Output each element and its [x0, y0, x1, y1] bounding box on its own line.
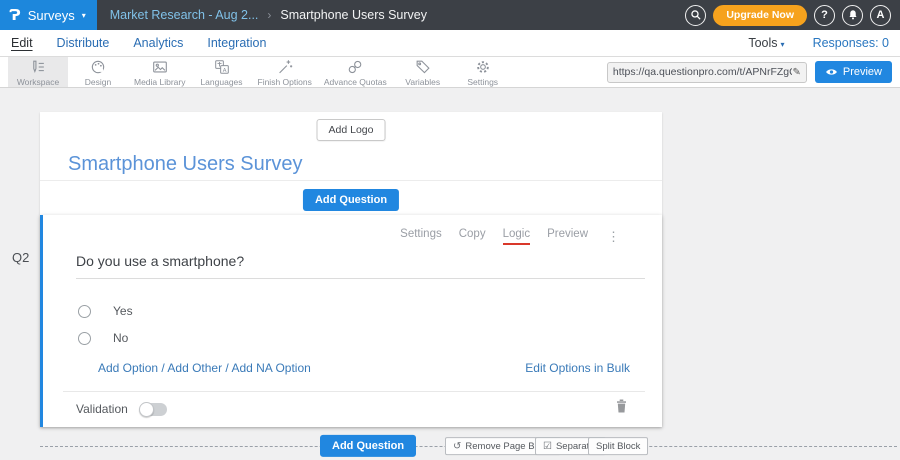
survey-url-input[interactable] — [613, 66, 793, 78]
page-break-line: Add Question ↺ Remove Page Break ☑ Separ… — [40, 446, 897, 447]
bell-icon — [847, 9, 859, 21]
option-label[interactable]: Yes — [113, 304, 133, 318]
remove-page-break-icon: ↺ — [453, 441, 461, 452]
question-block: Settings Copy Logic Preview ⋮ Do you use… — [40, 215, 662, 427]
breadcrumb-current: Smartphone Users Survey — [280, 8, 427, 22]
magic-wand-icon — [276, 58, 294, 76]
toolbar-label: Advance Quotas — [324, 77, 387, 87]
topbar-actions: Upgrade Now ? A — [685, 5, 900, 26]
top-bar: Ɂ Surveys ▾ Market Research - Aug 2... ›… — [0, 0, 900, 30]
toolbar-item-advance-quotas[interactable]: Advance Quotas — [318, 57, 393, 87]
avatar[interactable]: A — [870, 5, 891, 26]
trash-icon — [615, 399, 628, 413]
tab-copy[interactable]: Copy — [459, 228, 486, 245]
workspace-toolbar: Workspace Design Media Library — [0, 57, 900, 88]
validation-row: Validation — [76, 402, 167, 416]
separator-checkbox-icon: ☑ — [543, 441, 552, 452]
preview-button[interactable]: Preview — [815, 61, 892, 83]
tab-preview[interactable]: Preview — [547, 228, 588, 245]
svg-text:A: A — [222, 67, 226, 73]
divider — [63, 391, 645, 392]
split-block-button[interactable]: Split Block — [588, 437, 648, 455]
survey-card: Add Logo Smartphone Users Survey Add Que… — [40, 112, 662, 427]
tab-logic[interactable]: Logic — [503, 228, 531, 245]
toolbar-label: Design — [85, 77, 111, 87]
edit-options-in-bulk-link[interactable]: Edit Options in Bulk — [525, 361, 630, 375]
preview-label: Preview — [843, 66, 882, 78]
questionpro-survey-editor: Ɂ Surveys ▾ Market Research - Aug 2... ›… — [0, 0, 900, 460]
toggle-knob — [139, 402, 154, 417]
radio-button-yes[interactable] — [78, 305, 91, 318]
nav-item-distribute[interactable]: Distribute — [57, 36, 110, 50]
answer-option-row: Yes — [78, 304, 133, 318]
toolbar-label: Workspace — [17, 77, 59, 87]
toolbar-item-workspace[interactable]: Workspace — [8, 57, 68, 87]
add-other-link[interactable]: Add Other — [167, 361, 222, 375]
add-na-option-link[interactable]: Add NA Option — [231, 361, 310, 375]
more-options-icon[interactable]: ⋮ — [605, 230, 622, 243]
radio-button-no[interactable] — [78, 332, 91, 345]
gear-icon — [474, 58, 492, 76]
validation-label: Validation — [76, 402, 128, 416]
toolbar-item-languages[interactable]: A Languages — [192, 57, 252, 87]
option-label[interactable]: No — [113, 331, 128, 345]
nav-item-edit[interactable]: Edit — [11, 36, 33, 50]
search-button[interactable] — [685, 5, 706, 26]
nav-item-analytics[interactable]: Analytics — [133, 36, 183, 50]
nav-item-integration[interactable]: Integration — [207, 36, 266, 50]
toolbar-item-design[interactable]: Design — [68, 57, 128, 87]
chain-link-icon — [346, 58, 364, 76]
tag-icon — [414, 58, 432, 76]
help-button[interactable]: ? — [814, 5, 835, 26]
question-tabs: Settings Copy Logic Preview ⋮ — [400, 228, 622, 245]
chevron-down-icon: ▾ — [82, 11, 86, 20]
survey-url-box: ✎ — [607, 62, 807, 83]
nav-right: Tools▾ Responses: 0 — [748, 36, 889, 50]
surveys-product-menu[interactable]: Ɂ Surveys ▾ — [0, 0, 97, 30]
toolbar-label: Settings — [467, 77, 498, 87]
delete-question-button[interactable] — [615, 399, 628, 418]
translate-icon: A — [213, 58, 231, 76]
validation-toggle[interactable] — [140, 403, 167, 416]
answer-option-row: No — [78, 331, 128, 345]
toolbar-item-variables[interactable]: Variables — [393, 57, 453, 87]
split-block-label: Split Block — [596, 441, 640, 452]
design-palette-icon — [89, 58, 107, 76]
breadcrumb-chevron-icon: › — [267, 8, 271, 22]
notifications-button[interactable] — [842, 5, 863, 26]
questionpro-logo-icon: Ɂ — [9, 8, 21, 23]
toolbar-item-settings[interactable]: Settings — [453, 57, 513, 87]
question-number: Q2 — [12, 250, 29, 265]
tools-menu[interactable]: Tools▾ — [748, 36, 784, 50]
image-icon — [151, 58, 169, 76]
toolbar-label: Finish Options — [258, 77, 312, 87]
divider — [40, 180, 662, 181]
eye-icon — [825, 67, 838, 77]
toolbar-label: Variables — [405, 77, 440, 87]
product-name: Surveys — [28, 8, 75, 23]
edit-url-icon[interactable]: ✎ — [792, 67, 800, 78]
responses-count[interactable]: Responses: 0 — [813, 36, 889, 50]
add-option-link[interactable]: Add Option — [98, 361, 158, 375]
search-icon — [690, 9, 702, 21]
add-question-button-top[interactable]: Add Question — [303, 189, 399, 211]
toolbar-right: ✎ Preview — [607, 57, 900, 87]
breadcrumb: Market Research - Aug 2... › Smartphone … — [110, 8, 427, 22]
link-separator: / — [158, 361, 167, 375]
tab-settings[interactable]: Settings — [400, 228, 442, 245]
workspace-icon — [29, 58, 47, 76]
toolbar-label: Media Library — [134, 77, 186, 87]
add-question-button-bottom[interactable]: Add Question — [320, 435, 416, 457]
question-text[interactable]: Do you use a smartphone? — [76, 253, 645, 279]
survey-title[interactable]: Smartphone Users Survey — [68, 153, 303, 176]
upgrade-now-button[interactable]: Upgrade Now — [713, 5, 807, 26]
option-links: Add Option / Add Other / Add NA Option — [98, 361, 311, 375]
add-logo-button[interactable]: Add Logo — [317, 119, 386, 141]
toolbar-item-finish-options[interactable]: Finish Options — [252, 57, 318, 87]
chevron-down-icon: ▾ — [781, 40, 785, 49]
toolbar-label: Languages — [200, 77, 242, 87]
breadcrumb-parent[interactable]: Market Research - Aug 2... — [110, 8, 259, 22]
section-nav: Edit Distribute Analytics Integration To… — [0, 30, 900, 57]
toolbar-item-media-library[interactable]: Media Library — [128, 57, 192, 87]
